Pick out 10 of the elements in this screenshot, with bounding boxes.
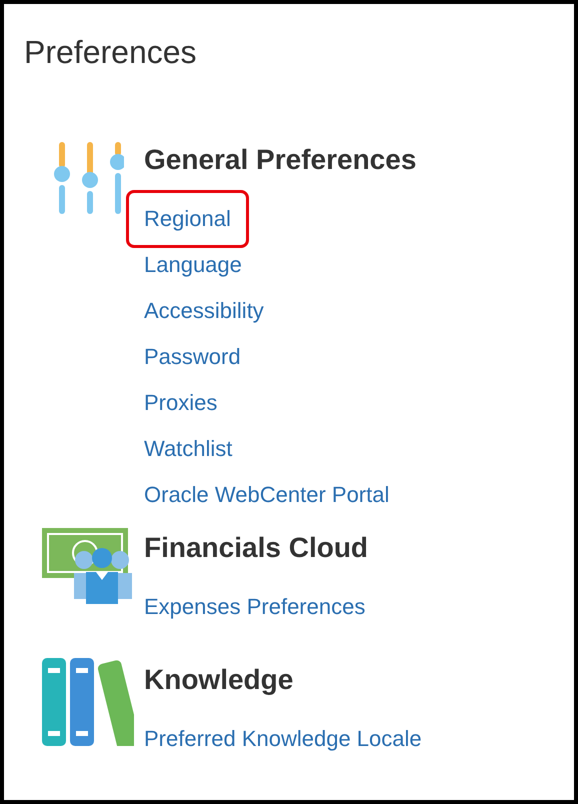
section-heading: Knowledge: [144, 663, 294, 697]
preference-link[interactable]: Expenses Preferences: [126, 578, 384, 636]
books-icon: [42, 658, 134, 746]
sliders-icon: [54, 142, 124, 216]
money-people-icon: [42, 528, 132, 604]
preference-link[interactable]: Preferred Knowledge Locale: [126, 710, 440, 768]
section-heading: General Preferences: [144, 143, 418, 177]
preference-link[interactable]: Regional: [126, 190, 249, 248]
page-title: Preferences: [24, 33, 198, 72]
section-heading: Financials Cloud: [144, 531, 370, 565]
